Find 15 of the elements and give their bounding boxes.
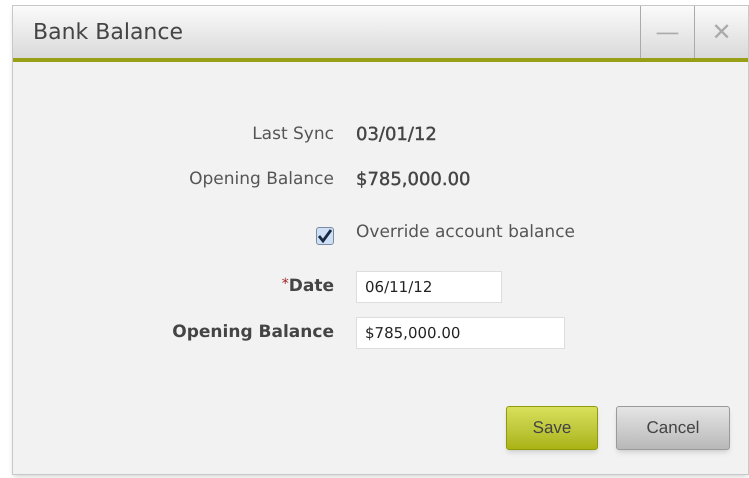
field-label: Opening Balance xyxy=(172,321,334,344)
info-value: $785,000.00 xyxy=(356,168,471,192)
checkbox[interactable] xyxy=(316,227,334,245)
text-field[interactable]: 06/11/12 xyxy=(356,271,502,303)
required-marker: * xyxy=(282,275,289,294)
text-field[interactable]: $785,000.00 xyxy=(356,317,565,349)
cancel-button[interactable]: Cancel xyxy=(616,406,730,450)
info-label: Last Sync xyxy=(251,123,334,146)
field-label: Date xyxy=(288,275,334,298)
info-label: Opening Balance xyxy=(188,168,334,191)
checkmark-icon xyxy=(317,228,333,244)
info-value: 03/01/12 xyxy=(356,123,437,147)
checkbox-label: Override account balance xyxy=(356,221,576,244)
save-button[interactable]: Save xyxy=(506,406,598,450)
window-title: Bank Balance xyxy=(32,18,184,46)
